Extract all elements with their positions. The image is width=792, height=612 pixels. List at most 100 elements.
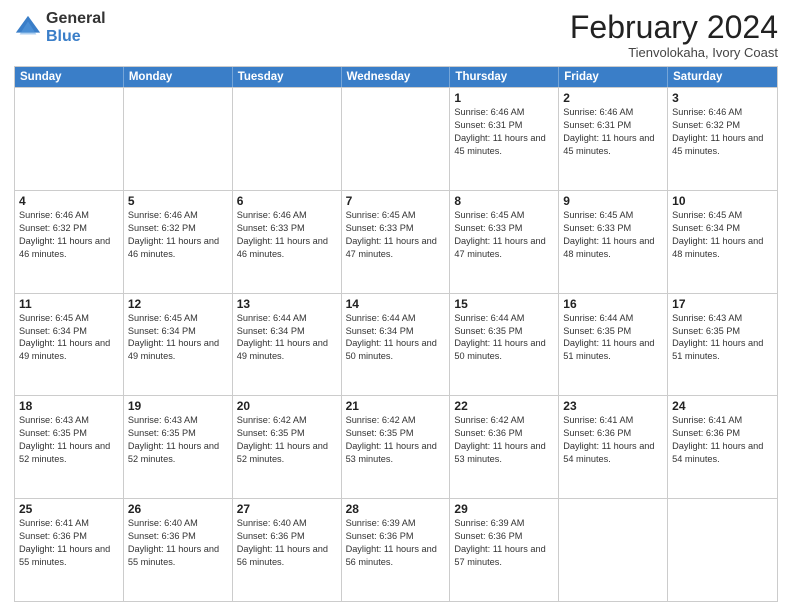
calendar-cell: 11Sunrise: 6:45 AM Sunset: 6:34 PM Dayli… [15,294,124,396]
cell-info: Sunrise: 6:46 AM Sunset: 6:33 PM Dayligh… [237,209,337,261]
cell-day-number: 25 [19,502,119,516]
cell-day-number: 2 [563,91,663,105]
cell-info: Sunrise: 6:45 AM Sunset: 6:33 PM Dayligh… [346,209,446,261]
cell-info: Sunrise: 6:45 AM Sunset: 6:34 PM Dayligh… [672,209,773,261]
calendar-cell: 15Sunrise: 6:44 AM Sunset: 6:35 PM Dayli… [450,294,559,396]
day-header-monday: Monday [124,67,233,87]
cell-day-number: 19 [128,399,228,413]
cell-day-number: 17 [672,297,773,311]
cell-info: Sunrise: 6:39 AM Sunset: 6:36 PM Dayligh… [346,517,446,569]
calendar-cell: 10Sunrise: 6:45 AM Sunset: 6:34 PM Dayli… [668,191,777,293]
calendar-cell [668,499,777,601]
cell-day-number: 16 [563,297,663,311]
cell-day-number: 11 [19,297,119,311]
calendar-cell: 8Sunrise: 6:45 AM Sunset: 6:33 PM Daylig… [450,191,559,293]
calendar-cell: 14Sunrise: 6:44 AM Sunset: 6:34 PM Dayli… [342,294,451,396]
cell-info: Sunrise: 6:44 AM Sunset: 6:35 PM Dayligh… [454,312,554,364]
calendar-cell: 29Sunrise: 6:39 AM Sunset: 6:36 PM Dayli… [450,499,559,601]
calendar-cell: 9Sunrise: 6:45 AM Sunset: 6:33 PM Daylig… [559,191,668,293]
cell-info: Sunrise: 6:46 AM Sunset: 6:32 PM Dayligh… [672,106,773,158]
calendar-cell [15,88,124,190]
cell-info: Sunrise: 6:42 AM Sunset: 6:36 PM Dayligh… [454,414,554,466]
calendar: SundayMondayTuesdayWednesdayThursdayFrid… [14,66,778,602]
main-title: February 2024 [570,10,778,45]
cell-info: Sunrise: 6:42 AM Sunset: 6:35 PM Dayligh… [237,414,337,466]
logo-blue: Blue [46,28,106,46]
calendar-cell: 27Sunrise: 6:40 AM Sunset: 6:36 PM Dayli… [233,499,342,601]
cell-info: Sunrise: 6:46 AM Sunset: 6:32 PM Dayligh… [19,209,119,261]
cell-day-number: 3 [672,91,773,105]
page: General Blue February 2024 Tienvolokaha,… [0,0,792,612]
cell-info: Sunrise: 6:45 AM Sunset: 6:33 PM Dayligh… [563,209,663,261]
calendar-cell: 7Sunrise: 6:45 AM Sunset: 6:33 PM Daylig… [342,191,451,293]
calendar-cell: 12Sunrise: 6:45 AM Sunset: 6:34 PM Dayli… [124,294,233,396]
calendar-week-3: 11 Sunrise: 6:45 AM Sunset: 6:34 PM Dayli… [15,293,777,396]
cell-day-number: 10 [672,194,773,208]
calendar-cell: 6Sunrise: 6:46 AM Sunset: 6:33 PM Daylig… [233,191,342,293]
cell-day-number: 4 [19,194,119,208]
day-header-tuesday: Tuesday [233,67,342,87]
calendar-cell: 16Sunrise: 6:44 AM Sunset: 6:35 PM Dayli… [559,294,668,396]
cell-day-number: 13 [237,297,337,311]
cell-info: Sunrise: 6:45 AM Sunset: 6:33 PM Dayligh… [454,209,554,261]
calendar-cell: 24Sunrise: 6:41 AM Sunset: 6:36 PM Dayli… [668,396,777,498]
logo-general: General [46,10,106,28]
cell-info: Sunrise: 6:43 AM Sunset: 6:35 PM Dayligh… [19,414,119,466]
cell-info: Sunrise: 6:46 AM Sunset: 6:32 PM Dayligh… [128,209,228,261]
cell-day-number: 23 [563,399,663,413]
cell-day-number: 21 [346,399,446,413]
calendar-cell [124,88,233,190]
calendar-cell [233,88,342,190]
calendar-cell: 22Sunrise: 6:42 AM Sunset: 6:36 PM Dayli… [450,396,559,498]
day-header-sunday: Sunday [15,67,124,87]
calendar-week-5: 25Sunrise: 6:41 AM Sunset: 6:36 PM Dayli… [15,498,777,601]
calendar-cell: 23Sunrise: 6:41 AM Sunset: 6:36 PM Dayli… [559,396,668,498]
calendar-cell: 4Sunrise: 6:46 AM Sunset: 6:32 PM Daylig… [15,191,124,293]
cell-info: Sunrise: 6:44 AM Sunset: 6:34 PM Dayligh… [346,312,446,364]
day-header-thursday: Thursday [450,67,559,87]
calendar-cell: 28Sunrise: 6:39 AM Sunset: 6:36 PM Dayli… [342,499,451,601]
cell-info: Sunrise: 6:45 AM Sunset: 6:34 PM Dayligh… [128,312,228,364]
header: General Blue February 2024 Tienvolokaha,… [14,10,778,60]
calendar-body: 1Sunrise: 6:46 AM Sunset: 6:31 PM Daylig… [15,87,777,601]
cell-day-number: 24 [672,399,773,413]
cell-day-number: 14 [346,297,446,311]
cell-info: Sunrise: 6:41 AM Sunset: 6:36 PM Dayligh… [19,517,119,569]
calendar-cell: 2Sunrise: 6:46 AM Sunset: 6:31 PM Daylig… [559,88,668,190]
day-header-wednesday: Wednesday [342,67,451,87]
logo-text: General Blue [46,10,106,45]
title-block: February 2024 Tienvolokaha, Ivory Coast [570,10,778,60]
day-header-friday: Friday [559,67,668,87]
calendar-cell: 20Sunrise: 6:42 AM Sunset: 6:35 PM Dayli… [233,396,342,498]
cell-day-number: 5 [128,194,228,208]
cell-day-number: 18 [19,399,119,413]
calendar-cell: 19Sunrise: 6:43 AM Sunset: 6:35 PM Dayli… [124,396,233,498]
calendar-cell [559,499,668,601]
calendar-cell: 21Sunrise: 6:42 AM Sunset: 6:35 PM Dayli… [342,396,451,498]
cell-info: Sunrise: 6:46 AM Sunset: 6:31 PM Dayligh… [454,106,554,158]
calendar-week-2: 4Sunrise: 6:46 AM Sunset: 6:32 PM Daylig… [15,190,777,293]
cell-day-number: 15 [454,297,554,311]
cell-day-number: 1 [454,91,554,105]
cell-day-number: 7 [346,194,446,208]
cell-day-number: 12 [128,297,228,311]
logo-icon [14,14,42,42]
logo: General Blue [14,10,106,45]
cell-info: Sunrise: 6:39 AM Sunset: 6:36 PM Dayligh… [454,517,554,569]
cell-day-number: 20 [237,399,337,413]
calendar-cell: 3Sunrise: 6:46 AM Sunset: 6:32 PM Daylig… [668,88,777,190]
subtitle: Tienvolokaha, Ivory Coast [570,45,778,60]
cell-info: Sunrise: 6:44 AM Sunset: 6:35 PM Dayligh… [563,312,663,364]
cell-info: Sunrise: 6:43 AM Sunset: 6:35 PM Dayligh… [128,414,228,466]
cell-day-number: 8 [454,194,554,208]
calendar-cell [342,88,451,190]
calendar-cell: 25Sunrise: 6:41 AM Sunset: 6:36 PM Dayli… [15,499,124,601]
day-header-saturday: Saturday [668,67,777,87]
cell-day-number: 9 [563,194,663,208]
calendar-cell: 1Sunrise: 6:46 AM Sunset: 6:31 PM Daylig… [450,88,559,190]
cell-info: Sunrise: 6:41 AM Sunset: 6:36 PM Dayligh… [672,414,773,466]
calendar-cell: 18Sunrise: 6:43 AM Sunset: 6:35 PM Dayli… [15,396,124,498]
calendar-cell: 5Sunrise: 6:46 AM Sunset: 6:32 PM Daylig… [124,191,233,293]
calendar-week-4: 18Sunrise: 6:43 AM Sunset: 6:35 PM Dayli… [15,395,777,498]
cell-info: Sunrise: 6:43 AM Sunset: 6:35 PM Dayligh… [672,312,773,364]
